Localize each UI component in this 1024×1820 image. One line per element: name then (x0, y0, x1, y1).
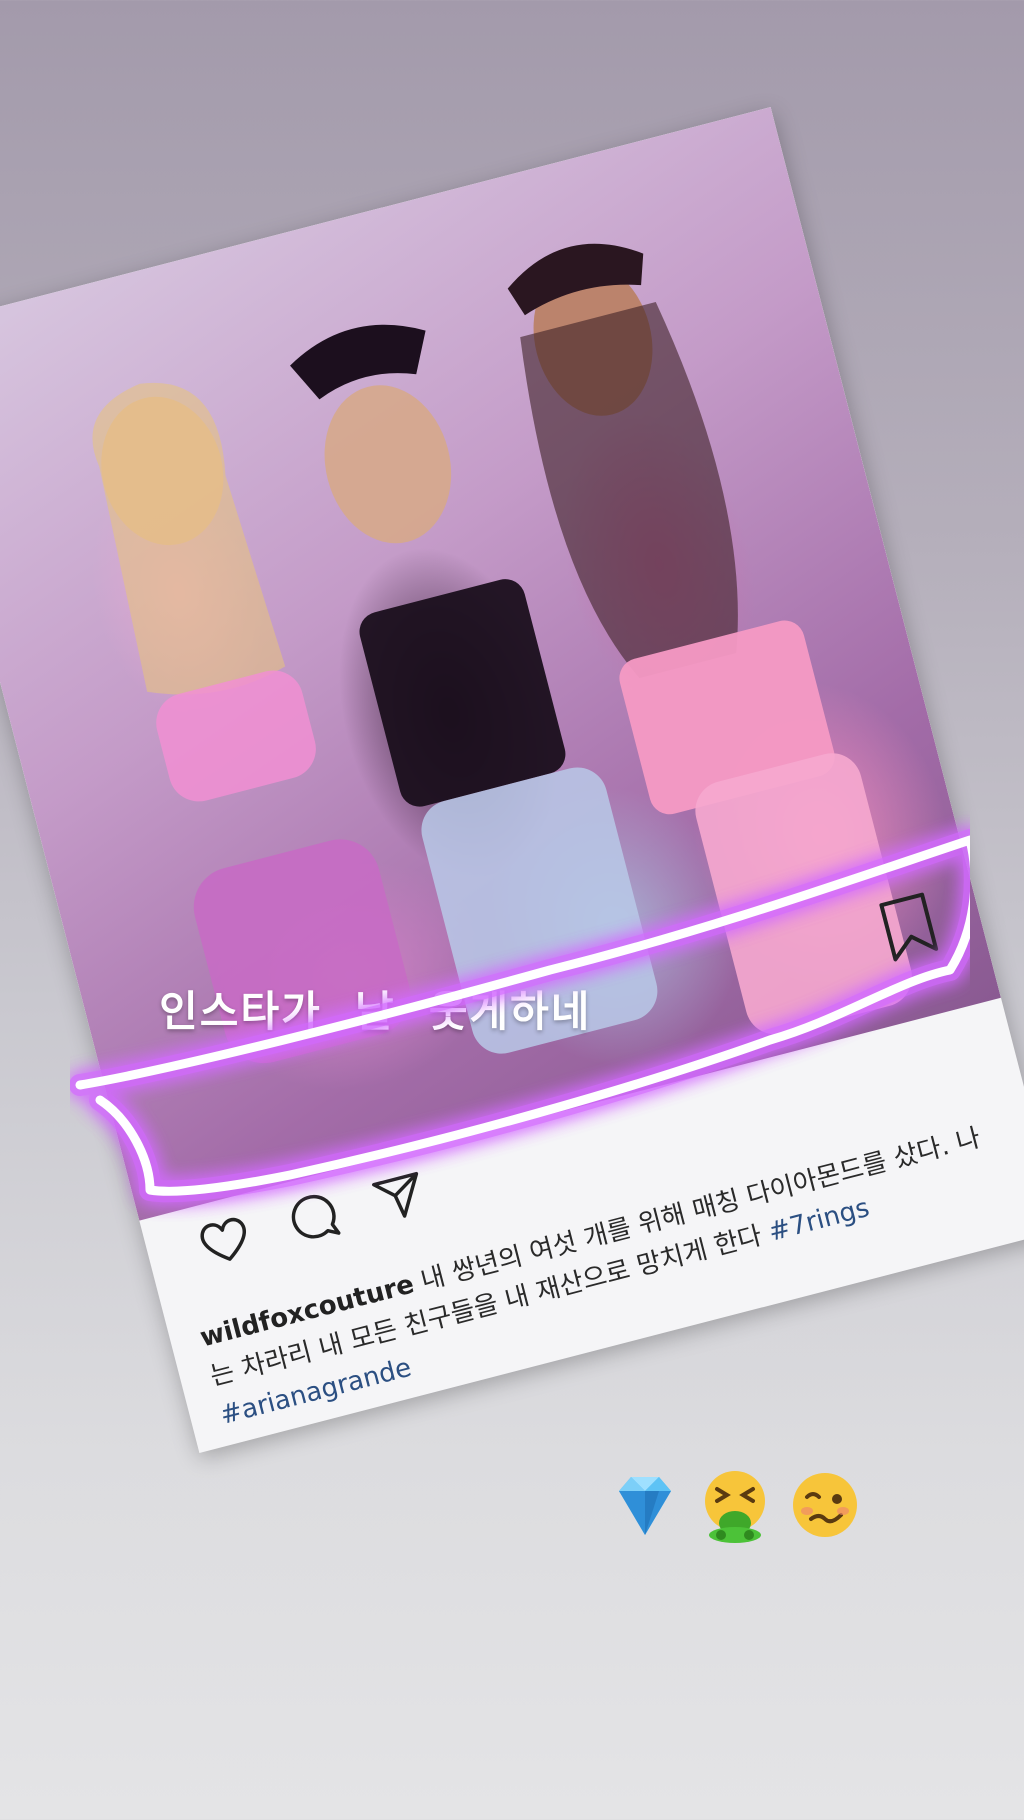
instagram-post-screenshot: 인스타가 날 웃게하네 wildfoxcouture 내 쌍년의 여섯 개를 위… (0, 107, 1024, 1453)
comment-bubble-icon[interactable] (278, 1183, 346, 1251)
gem-emoji (605, 1465, 685, 1545)
vomiting-face-emoji (695, 1465, 775, 1545)
story-canvas: 인스타가 날 웃게하네 wildfoxcouture 내 쌍년의 여섯 개를 위… (0, 0, 1024, 1820)
heart-icon[interactable] (191, 1206, 259, 1274)
emoji-sticker-row (605, 1465, 875, 1555)
woozy-face-emoji (785, 1465, 865, 1545)
story-overlay-text: 인스타가 날 웃게하네 (159, 986, 592, 1036)
paper-plane-icon[interactable] (365, 1161, 433, 1229)
